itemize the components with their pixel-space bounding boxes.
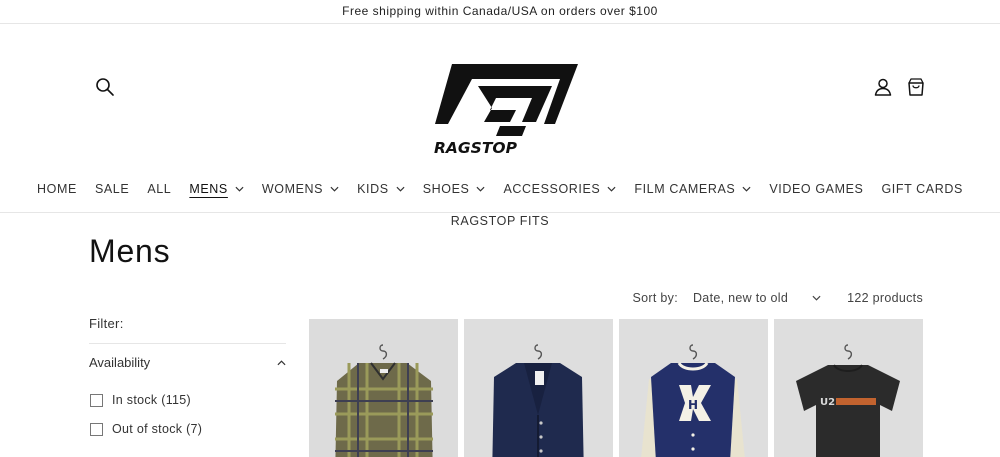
chevron-down-icon [812, 295, 821, 301]
nav-item-sale[interactable]: SALE [86, 177, 138, 201]
product-card-navy-cardigan[interactable] [464, 319, 613, 457]
nav-item-label: MENS [189, 182, 228, 196]
product-image [309, 319, 458, 457]
product-card-varsity-jacket[interactable]: H [619, 319, 768, 457]
sort-select[interactable]: Date, new to old [693, 291, 821, 305]
availability-label: Availability [89, 355, 151, 370]
announcement-bar: Free shipping within Canada/USA on order… [0, 0, 1000, 24]
brand-wordmark: RAGSTOP [434, 139, 518, 156]
availability-toggle[interactable]: Availability [89, 355, 286, 370]
filter-out-of-stock[interactable]: Out of stock (7) [90, 422, 202, 436]
checkbox[interactable] [90, 422, 103, 436]
nav-item-label: VIDEO GAMES [769, 182, 864, 196]
product-image [464, 319, 613, 457]
product-card-plaid-shirt[interactable] [309, 319, 458, 457]
page-title: Mens [89, 233, 171, 269]
chevron-down-icon [235, 186, 244, 192]
chevron-down-icon [396, 186, 405, 192]
nav-item-accessories[interactable]: ACCESSORIES [494, 177, 625, 201]
nav-item-label: WOMENS [261, 182, 324, 196]
nav-item-label: RAGSTOP FITS [450, 214, 550, 228]
nav-item-video-games[interactable]: VIDEO GAMES [760, 177, 872, 201]
filter-divider [89, 343, 286, 344]
site-header: RAGSTOP HOME SALE ALL MENS WOMENS KIDS SHOES AC… [0, 24, 1000, 228]
svg-text:H: H [688, 398, 698, 412]
nav-item-shoes[interactable]: SHOES [414, 177, 495, 201]
nav-item-ragstop-fits[interactable]: RAGSTOP FITS [442, 209, 558, 233]
product-count: 122 products [847, 291, 923, 305]
filter-in-stock[interactable]: In stock (115) [90, 393, 191, 407]
nav-item-label: HOME [37, 182, 77, 196]
nav-item-label: SHOES [422, 182, 470, 196]
user-icon [874, 78, 892, 96]
nav-item-mens[interactable]: MENS [180, 177, 253, 201]
filter-heading: Filter: [89, 316, 124, 331]
main-nav: HOME SALE ALL MENS WOMENS KIDS SHOES ACCESSORIE… [0, 177, 1000, 201]
nav-item-label: FILM CAMERAS [634, 182, 736, 196]
chevron-down-icon [330, 186, 339, 192]
brand-logo[interactable]: RAGSTOP [430, 64, 582, 157]
nav-item-womens[interactable]: WOMENS [253, 177, 348, 201]
nav-item-gift-cards[interactable]: GIFT CARDS [872, 177, 971, 201]
product-grid: H U2 [309, 319, 923, 457]
checkbox[interactable] [90, 393, 103, 407]
nav-item-label: GIFT CARDS [881, 182, 963, 196]
sort-bar: Sort by: Date, new to old 122 products [633, 291, 924, 305]
nav-item-label: SALE [94, 182, 130, 196]
tee-print-text: U2 [820, 397, 835, 408]
account-button[interactable] [872, 76, 894, 98]
cart-icon [908, 78, 924, 96]
nav-item-all[interactable]: ALL [138, 177, 180, 201]
sort-label: Sort by: [632, 291, 678, 305]
product-image: H [619, 319, 768, 457]
nav-item-label: KIDS [357, 182, 389, 196]
nav-item-film-cameras[interactable]: FILM CAMERAS [625, 177, 760, 201]
secondary-nav: RAGSTOP FITS [0, 209, 1000, 233]
product-card-graphic-tee[interactable]: U2 [774, 319, 923, 457]
nav-item-label: ALL [147, 182, 172, 196]
nav-item-label: ACCESSORIES [503, 182, 601, 196]
product-image: U2 [774, 319, 923, 457]
chevron-down-icon [742, 186, 751, 192]
search-button[interactable] [94, 76, 116, 98]
chevron-down-icon [476, 186, 485, 192]
filter-option-label: Out of stock (7) [112, 422, 203, 436]
sort-selected-value: Date, new to old [692, 291, 789, 305]
nav-item-kids[interactable]: KIDS [348, 177, 414, 201]
nav-item-home[interactable]: HOME [28, 177, 86, 201]
cart-button[interactable] [905, 76, 927, 98]
search-icon [96, 78, 114, 96]
filter-option-label: In stock (115) [112, 393, 191, 407]
chevron-up-icon [277, 359, 286, 365]
chevron-down-icon [607, 186, 616, 192]
